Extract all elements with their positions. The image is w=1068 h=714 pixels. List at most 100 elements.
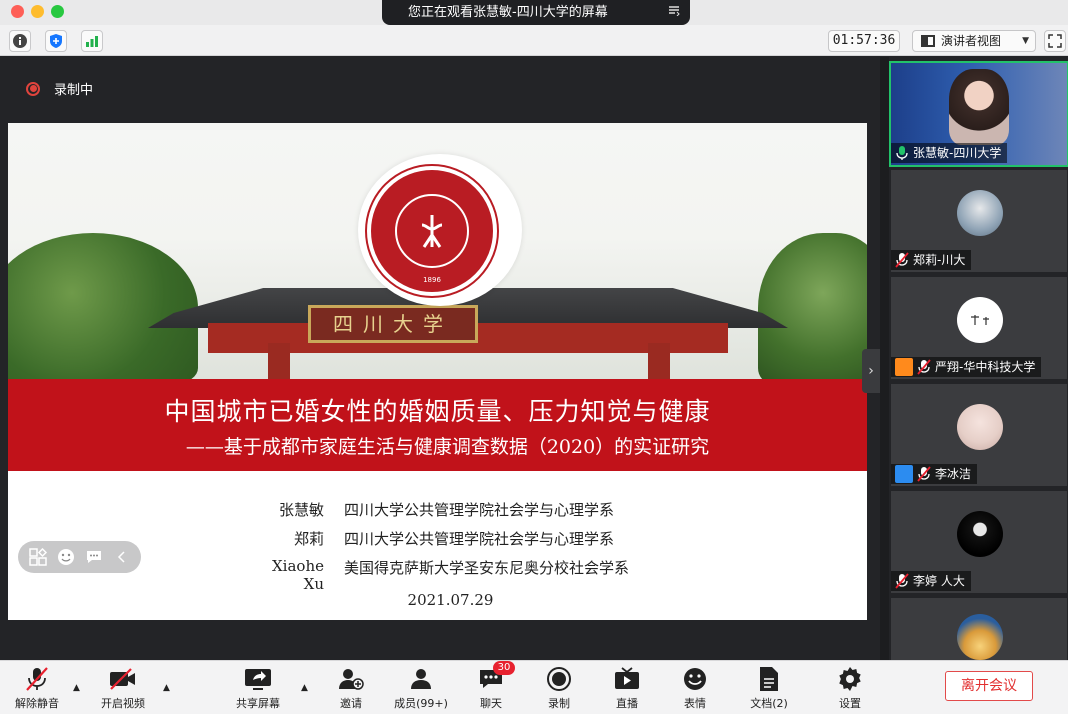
live-stream-icon xyxy=(612,666,642,692)
view-mode-select[interactable]: 演讲者视图 ▼ xyxy=(912,30,1036,52)
chat-bubble-icon[interactable] xyxy=(84,547,104,567)
documents-button[interactable]: 文档(2) xyxy=(734,666,804,711)
participant-name: 张慧敏-四川大学 xyxy=(913,146,1002,160)
calligraphy-avatar-icon xyxy=(971,315,989,325)
record-label: 录制 xyxy=(548,697,570,710)
title-banner: 中国城市已婚女性的婚姻质量、压力知觉与健康 ——基于成都市家庭生活与健康调查数据… xyxy=(8,379,867,471)
gate-pillar xyxy=(268,343,290,383)
record-button[interactable]: 录制 xyxy=(524,666,594,711)
gear-icon xyxy=(835,666,865,692)
campus-gate-photo: 四川大学 1896 xyxy=(8,123,867,383)
seal-year: 1896 xyxy=(423,276,441,284)
fullscreen-button[interactable] xyxy=(1044,30,1066,52)
participant-avatar xyxy=(957,511,1003,557)
start-video-label: 开启视频 xyxy=(101,697,145,710)
share-menu-icon[interactable] xyxy=(668,0,680,25)
recording-icon xyxy=(26,81,40,96)
recording-label: 录制中 xyxy=(54,83,94,98)
author-name: 张慧敏 xyxy=(278,501,324,519)
chevron-left-icon[interactable] xyxy=(112,547,132,567)
participant-name-tag: 郑莉-川大 xyxy=(891,250,972,270)
participant-tile[interactable]: 严翔-华中科技大学 xyxy=(891,277,1067,379)
start-video-button[interactable]: 开启视频 xyxy=(88,666,158,711)
author-affiliation: 四川大学公共管理学院社会学与心理学系 xyxy=(344,530,615,548)
fullscreen-icon xyxy=(1048,34,1062,48)
participant-tile[interactable]: 郑莉-川大 xyxy=(891,170,1067,272)
unmute-button[interactable]: 解除静音 xyxy=(2,666,72,711)
author-affiliation: 四川大学公共管理学院社会学与心理学系 xyxy=(344,501,615,519)
mic-active-icon xyxy=(896,146,908,160)
tree-left xyxy=(8,233,198,383)
share-banner-text: 您正在观看张慧敏-四川大学的屏幕 xyxy=(408,5,608,20)
invite-button[interactable]: 邀请 xyxy=(316,666,386,711)
collapse-panel-button[interactable]: › xyxy=(862,349,880,393)
record-icon xyxy=(544,666,574,692)
participant-name: 李冰洁 xyxy=(935,467,972,481)
meeting-toolbar: 01:57:36 演讲者视图 ▼ xyxy=(0,25,1068,56)
unmute-label: 解除静音 xyxy=(15,697,59,710)
chevron-right-icon: › xyxy=(868,363,874,379)
participant-role-icon xyxy=(895,465,913,483)
tree-right xyxy=(758,233,867,383)
members-label: 成员(99+) xyxy=(394,697,448,710)
share-screen-button[interactable]: 共享屏幕 xyxy=(223,666,293,711)
mic-muted-icon xyxy=(22,666,52,692)
chat-unread-badge: 30 xyxy=(493,661,515,675)
participant-avatar xyxy=(957,404,1003,450)
participant-name-tag: 张慧敏-四川大学 xyxy=(891,143,1008,163)
emoji-icon[interactable] xyxy=(56,547,76,567)
participant-role-icon xyxy=(895,358,913,376)
chat-button[interactable]: 聊天 xyxy=(456,666,526,711)
document-icon xyxy=(754,666,784,692)
participant-avatar xyxy=(957,297,1003,343)
reactions-button[interactable]: 表情 xyxy=(660,666,730,711)
maximize-window-button[interactable] xyxy=(51,5,64,18)
author-row: 郑莉 四川大学公共管理学院社会学与心理学系 xyxy=(248,528,629,557)
author-name: 郑莉 xyxy=(293,530,324,548)
video-options-caret[interactable]: ▲ xyxy=(163,683,170,693)
participant-name: 郑莉-川大 xyxy=(913,253,966,267)
mic-muted-icon xyxy=(917,359,931,375)
members-button[interactable]: 成员(99+) xyxy=(386,666,456,711)
network-signal-icon[interactable] xyxy=(81,30,103,52)
participant-name-tag: 严翔-华中科技大学 xyxy=(891,357,1042,377)
chat-label: 聊天 xyxy=(480,697,502,710)
speaker-view-icon xyxy=(921,35,935,47)
security-shield-icon[interactable] xyxy=(45,30,67,52)
slide-subtitle: ——基于成都市家庭生活与健康调查数据（2020）的实证研究 xyxy=(185,436,710,458)
share-banner[interactable]: 您正在观看张慧敏-四川大学的屏幕 xyxy=(382,0,690,25)
close-window-button[interactable] xyxy=(11,5,24,18)
view-mode-label: 演讲者视图 xyxy=(941,34,1002,48)
mic-muted-icon xyxy=(917,466,931,482)
participant-tile[interactable]: 李婷 人大 xyxy=(891,491,1067,593)
live-label: 直播 xyxy=(616,697,638,710)
settings-button[interactable]: 设置 xyxy=(815,666,885,711)
reactions-label: 表情 xyxy=(684,697,706,710)
panel-divider[interactable] xyxy=(880,57,889,660)
chevron-down-icon: ▼ xyxy=(1022,36,1029,46)
apps-grid-icon[interactable] xyxy=(28,547,48,567)
slide-title: 中国城市已婚女性的婚姻质量、压力知觉与健康 xyxy=(164,397,711,426)
author-row: 张慧敏 四川大学公共管理学院社会学与心理学系 xyxy=(248,499,629,528)
participant-tile[interactable]: 李冰洁 xyxy=(891,384,1067,486)
gate-plaque: 四川大学 xyxy=(308,305,478,343)
leave-meeting-button[interactable]: 离开会议 xyxy=(945,671,1033,701)
members-icon xyxy=(406,666,436,692)
participant-name: 李婷 人大 xyxy=(913,574,965,588)
participant-name-tag: 李婷 人大 xyxy=(891,571,971,591)
live-button[interactable]: 直播 xyxy=(592,666,662,711)
participant-name-tag: 李冰洁 xyxy=(891,464,978,484)
mic-muted-icon xyxy=(895,252,909,268)
participant-tile[interactable] xyxy=(891,598,1067,660)
author-list: 张慧敏 四川大学公共管理学院社会学与心理学系 郑莉 四川大学公共管理学院社会学与… xyxy=(248,499,629,593)
share-options-caret[interactable]: ▲ xyxy=(301,683,308,693)
meeting-window: 您正在观看张慧敏-四川大学的屏幕 01:57:36 演讲者视图 ▼ 录制中 四川… xyxy=(0,0,1068,714)
participant-tile[interactable]: 张慧敏-四川大学 xyxy=(889,61,1068,167)
floating-annotation-bar xyxy=(18,541,141,573)
info-icon[interactable] xyxy=(9,30,31,52)
shared-screen-area: 录制中 四川大学 1896 中国城市已婚女性的婚姻质量、压力知觉与健康 ——基于… xyxy=(0,57,880,660)
audio-options-caret[interactable]: ▲ xyxy=(73,683,80,693)
add-user-icon xyxy=(336,666,366,692)
minimize-window-button[interactable] xyxy=(31,5,44,18)
documents-label: 文档(2) xyxy=(750,697,788,710)
